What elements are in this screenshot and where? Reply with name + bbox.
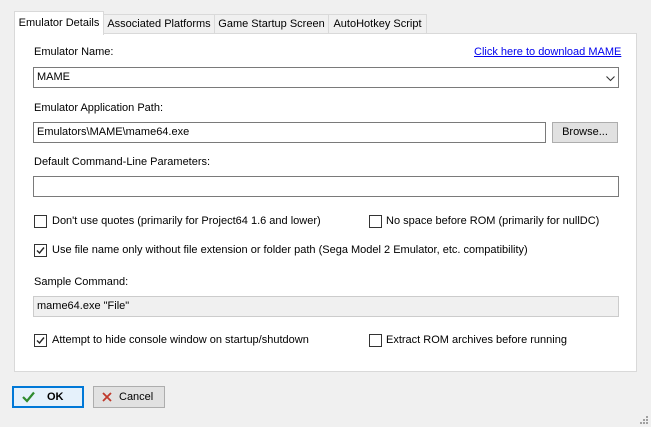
browse-button-label: Browse... [562, 126, 608, 138]
emulator-name-select[interactable]: MAME [33, 67, 619, 88]
sample-command-label: Sample Command: [34, 276, 129, 288]
hide-console-checkbox[interactable] [34, 334, 47, 347]
no-quotes-checkbox[interactable] [34, 215, 47, 228]
extract-rom-checkbox[interactable] [369, 334, 382, 347]
sample-command-value: mame64.exe "File" [37, 300, 130, 312]
tab-emulator-details[interactable]: Emulator Details [14, 11, 104, 35]
download-mame-link[interactable]: Click here to download MAME [474, 46, 621, 58]
tab-label: Associated Platforms [107, 18, 211, 30]
sample-command-field: mame64.exe "File" [33, 296, 619, 317]
chevron-down-icon [606, 73, 615, 82]
hide-console-label: Attempt to hide console window on startu… [52, 334, 309, 346]
tab-label: AutoHotkey Script [333, 18, 422, 30]
ok-button[interactable]: OK [12, 386, 84, 408]
tab-label: Emulator Details [18, 17, 100, 29]
no-quotes-label: Don't use quotes (primarily for Project6… [52, 215, 321, 227]
tab-associated-platforms[interactable]: Associated Platforms [103, 14, 215, 34]
cancel-button[interactable]: Cancel [93, 386, 165, 408]
check-icon [36, 247, 45, 255]
ok-button-label: OK [47, 391, 64, 403]
close-icon [102, 392, 112, 402]
cancel-button-label: Cancel [119, 391, 154, 403]
tab-label: Game Startup Screen [218, 18, 325, 30]
check-icon [36, 337, 45, 345]
file-name-only-label: Use file name only without file extensio… [52, 244, 528, 256]
app-path-label: Emulator Application Path: [34, 102, 164, 114]
no-space-label: No space before ROM (primarily for nullD… [386, 215, 600, 227]
resize-grip-icon[interactable] [639, 415, 649, 425]
check-icon [22, 391, 35, 403]
app-path-input[interactable]: Emulators\MAME\mame64.exe [33, 122, 546, 143]
emulator-name-value: MAME [37, 71, 70, 83]
emulator-name-label: Emulator Name: [34, 46, 114, 58]
file-name-only-checkbox[interactable] [34, 244, 47, 257]
tab-game-startup-screen[interactable]: Game Startup Screen [214, 14, 329, 34]
app-path-value: Emulators\MAME\mame64.exe [37, 126, 190, 138]
cmd-params-input[interactable] [33, 176, 619, 197]
no-space-checkbox[interactable] [369, 215, 382, 228]
tab-autohotkey-script[interactable]: AutoHotkey Script [328, 14, 427, 34]
cmd-params-label: Default Command-Line Parameters: [34, 156, 211, 168]
browse-button[interactable]: Browse... [552, 122, 618, 143]
extract-rom-label: Extract ROM archives before running [386, 334, 567, 346]
